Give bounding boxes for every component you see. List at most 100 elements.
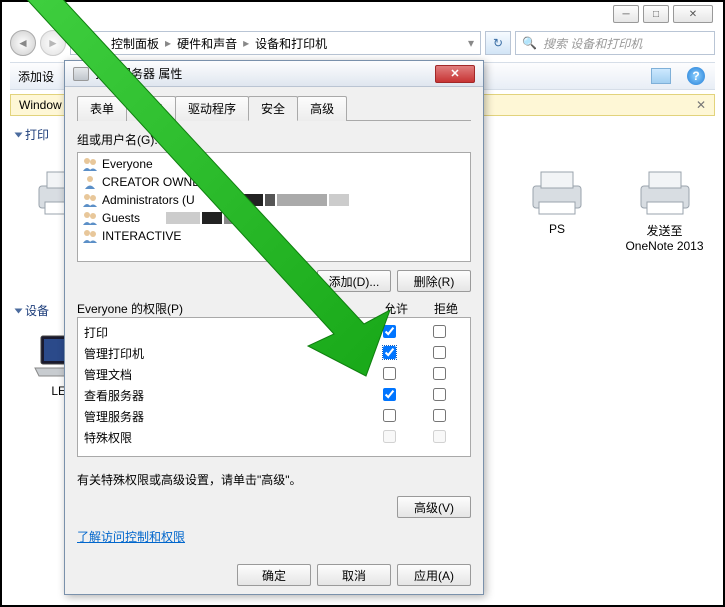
control-panel-icon (77, 35, 93, 51)
printer-item[interactable]: 发送至 OneNote 2013 (622, 168, 707, 253)
infobar-close-icon[interactable]: ✕ (696, 98, 706, 112)
permissions-label: Everyone 的权限(P) (77, 300, 371, 317)
group-icon (82, 228, 98, 244)
user-row[interactable]: CREATOR OWNER (80, 173, 468, 191)
deny-checkbox[interactable] (433, 325, 446, 338)
help-icon[interactable]: ? (687, 67, 705, 85)
window-controls: ─ □ ✕ (613, 5, 713, 23)
printers-section-header[interactable]: 打印 (16, 126, 49, 143)
permission-name: 查看服务器 (84, 387, 364, 404)
group-icon (82, 192, 98, 208)
dialog-buttons: 确定 取消 应用(A) (237, 564, 471, 586)
user-name: Administrators (U (102, 193, 195, 207)
permission-row: 打印 (84, 322, 464, 343)
section-label: 设备 (25, 304, 49, 318)
deny-checkbox[interactable] (433, 388, 446, 401)
permissions-list: 打印 管理打印机 管理文档 查看服务器 管理服务器 特殊权限 (77, 317, 471, 457)
tab-drivers[interactable]: 驱动程序 (175, 96, 249, 121)
deny-checkbox (433, 430, 446, 443)
dialog-titlebar[interactable]: 打印服务器 属性 ✕ (65, 61, 483, 87)
search-icon: 🔍 (522, 36, 537, 50)
chevron-right-icon: ▸ (165, 36, 171, 50)
advanced-hint-text: 有关特殊权限或高级设置，请单击"高级"。 (77, 471, 471, 488)
tab-advanced[interactable]: 高级 (297, 96, 347, 121)
group-icon (82, 156, 98, 172)
add-user-button[interactable]: 添加(D)... (317, 270, 391, 292)
expand-icon (15, 309, 23, 314)
crumb-seg[interactable]: 控制面板 (111, 35, 159, 52)
tab-security[interactable]: 安全 (248, 96, 298, 121)
group-icon (82, 174, 98, 190)
user-row[interactable]: Administrators (U (80, 191, 468, 209)
deny-checkbox[interactable] (433, 346, 446, 359)
permission-row: 管理文档 (84, 364, 464, 385)
allow-checkbox[interactable] (383, 325, 396, 338)
forward-button[interactable]: ► (40, 30, 66, 56)
group-icon (82, 210, 98, 226)
expand-icon (15, 133, 23, 138)
add-device-button[interactable]: 添加设 (18, 68, 54, 85)
printer-small-icon (73, 67, 89, 81)
back-button[interactable]: ◄ (10, 30, 36, 56)
info-text: Window (19, 98, 62, 112)
minimize-button[interactable]: ─ (613, 5, 639, 23)
user-row[interactable]: Everyone (80, 155, 468, 173)
maximize-button[interactable]: □ (643, 5, 669, 23)
permission-row: 查看服务器 (84, 385, 464, 406)
breadcrumb[interactable]: ▸ 控制面板 ▸ 硬件和声音 ▸ 设备和打印机 ▾ (70, 31, 481, 55)
permission-name: 打印 (84, 324, 364, 341)
devices-section-header[interactable]: 设备 (16, 302, 49, 319)
search-input[interactable]: 🔍 搜索 设备和打印机 (515, 31, 715, 55)
printer-icon (525, 168, 589, 216)
allow-checkbox[interactable] (383, 409, 396, 422)
dialog-close-button[interactable]: ✕ (435, 65, 475, 83)
chevron-right-icon: ▸ (243, 36, 249, 50)
cancel-button[interactable]: 取消 (317, 564, 391, 586)
deny-checkbox[interactable] (433, 367, 446, 380)
user-name: INTERACTIVE (102, 229, 181, 243)
deny-column-header: 拒绝 (421, 300, 471, 317)
allow-checkbox[interactable] (383, 346, 396, 359)
search-placeholder: 搜索 设备和打印机 (543, 35, 642, 52)
tab-forms[interactable]: 表单 (77, 96, 127, 121)
permissions-header: Everyone 的权限(P) 允许 拒绝 (77, 300, 471, 317)
user-name: Guests (102, 211, 140, 225)
tab-strip: 表单 端口 驱动程序 安全 高级 (77, 95, 471, 121)
section-label: 打印 (25, 128, 49, 142)
permission-row: 管理打印机 (84, 343, 464, 364)
group-users-label: 组或用户名(G): (77, 131, 471, 148)
printer-label: 发送至 OneNote 2013 (622, 222, 707, 253)
user-name: CREATOR OWNER (102, 175, 209, 189)
permission-name: 管理服务器 (84, 408, 364, 425)
user-row[interactable]: Guests (80, 209, 468, 227)
allow-checkbox[interactable] (383, 388, 396, 401)
refresh-button[interactable]: ↻ (485, 31, 511, 55)
view-options-button[interactable] (651, 68, 671, 84)
allow-checkbox[interactable] (383, 367, 396, 380)
apply-button[interactable]: 应用(A) (397, 564, 471, 586)
ok-button[interactable]: 确定 (237, 564, 311, 586)
learn-access-control-link[interactable]: 了解访问控制和权限 (77, 528, 185, 545)
permission-name: 管理打印机 (84, 345, 364, 362)
chevron-right-icon: ▸ (99, 36, 105, 50)
dropdown-icon[interactable]: ▾ (468, 36, 474, 50)
print-server-properties-dialog: 打印服务器 属性 ✕ 表单 端口 驱动程序 安全 高级 组或用户名(G): Ev… (64, 60, 484, 595)
advanced-button[interactable]: 高级(V) (397, 496, 471, 518)
remove-user-button[interactable]: 删除(R) (397, 270, 471, 292)
printer-item[interactable]: PS (512, 168, 602, 236)
crumb-seg[interactable]: 硬件和声音 (177, 35, 237, 52)
user-name: Everyone (102, 157, 153, 171)
tab-ports[interactable]: 端口 (126, 96, 176, 121)
security-tab-content: 组或用户名(G): Everyone CREATOR OWNER Adminis… (77, 121, 471, 545)
printer-icon (633, 168, 697, 216)
permission-name: 管理文档 (84, 366, 364, 383)
dialog-title: 打印服务器 属性 (95, 65, 182, 82)
user-row[interactable]: INTERACTIVE (80, 227, 468, 245)
allow-column-header: 允许 (371, 300, 421, 317)
user-list[interactable]: Everyone CREATOR OWNER Administrators (U… (77, 152, 471, 262)
permission-name: 特殊权限 (84, 429, 364, 446)
printer-label: PS (512, 222, 602, 236)
deny-checkbox[interactable] (433, 409, 446, 422)
crumb-seg[interactable]: 设备和打印机 (255, 35, 327, 52)
close-button[interactable]: ✕ (673, 5, 713, 23)
